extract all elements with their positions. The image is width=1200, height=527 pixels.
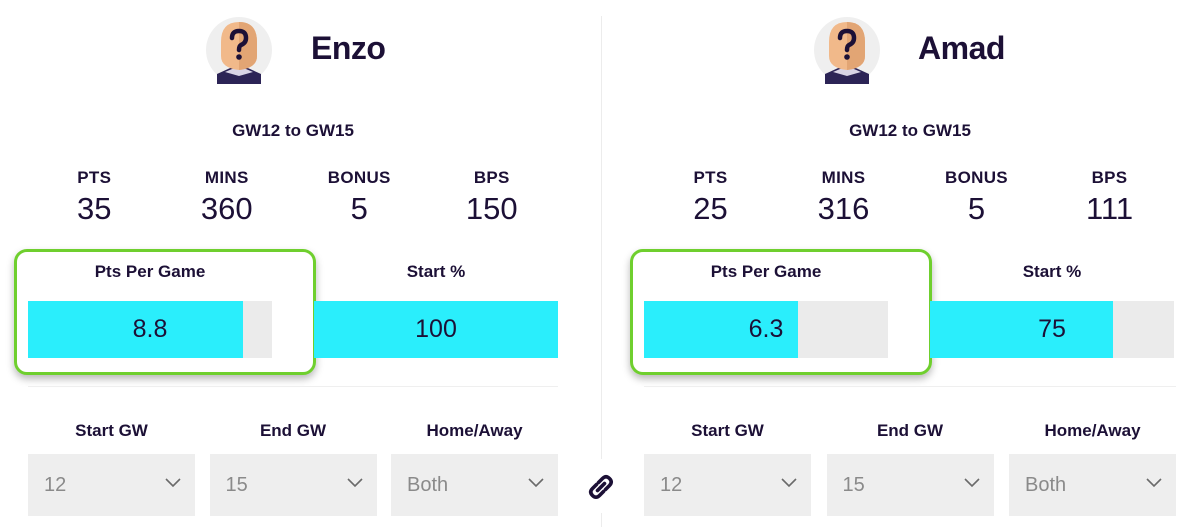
filter-label: Start GW xyxy=(75,421,148,440)
stat-value: 111 xyxy=(1085,191,1134,226)
end-gw-filter: End GW 15 xyxy=(826,421,994,516)
stat-value: 5 xyxy=(967,191,986,226)
panel-divider xyxy=(601,513,602,527)
chevron-down-icon xyxy=(528,478,544,488)
home-away-filter: Home/Away Both xyxy=(391,421,558,516)
pts-per-game-bar: 6.3 xyxy=(644,301,888,358)
start-gw-filter: Start GW 12 xyxy=(644,421,811,516)
home-away-filter: Home/Away Both xyxy=(1009,421,1176,516)
select-value: 15 xyxy=(842,474,865,496)
stat-mins: MINS 360 xyxy=(161,168,294,228)
metric-label: Start % xyxy=(406,262,466,281)
stats-row: PTS 35 MINS 360 BONUS 5 BPS 150 xyxy=(28,168,558,228)
filter-label: End GW xyxy=(259,421,327,440)
filter-label: Home/Away xyxy=(1044,421,1141,440)
stat-mins: MINS 316 xyxy=(777,168,910,228)
pts-per-game-bar: 8.8 xyxy=(28,301,272,358)
stat-value: 5 xyxy=(350,191,368,226)
metric-label: Pts Per Game xyxy=(710,262,822,281)
stat-value: 360 xyxy=(200,191,253,226)
panel-divider xyxy=(601,16,602,459)
home-away-select[interactable]: Both xyxy=(1009,454,1176,516)
stat-label: MINS xyxy=(821,168,866,187)
gameweek-range: GW12 to GW15 xyxy=(849,121,971,140)
stat-bps: BPS 150 xyxy=(426,168,559,228)
filters-row: Start GW 12 End GW 15 Home/Away Both xyxy=(28,421,558,516)
chevron-down-icon xyxy=(1146,478,1162,488)
end-gw-filter: End GW 15 xyxy=(209,421,377,516)
filter-label: End GW xyxy=(876,421,944,440)
chevron-down-icon xyxy=(165,478,181,488)
stat-label: MINS xyxy=(204,168,249,187)
start-gw-select[interactable]: 12 xyxy=(28,454,195,516)
chevron-down-icon xyxy=(781,478,797,488)
stat-pts: PTS 35 xyxy=(28,168,161,228)
start-gw-select[interactable]: 12 xyxy=(644,454,811,516)
start-gw-filter: Start GW 12 xyxy=(28,421,195,516)
start-percent-bar: 75 xyxy=(930,301,1174,358)
select-value: 12 xyxy=(660,474,683,496)
stat-value: 25 xyxy=(693,191,728,226)
home-away-select[interactable]: Both xyxy=(391,454,558,516)
stat-label: BPS xyxy=(1091,168,1128,187)
player-panel-2: Amad GW12 to GW15 PTS 25 MINS 316 BONUS … xyxy=(630,0,1176,527)
select-value: Both xyxy=(407,474,449,496)
bar-value: 100 xyxy=(415,315,457,343)
end-gw-select[interactable]: 15 xyxy=(826,454,994,516)
player-header: Enzo xyxy=(28,16,558,86)
section-divider xyxy=(28,386,558,387)
stat-value: 150 xyxy=(465,191,518,226)
stat-label: PTS xyxy=(693,168,728,187)
stats-row: PTS 25 MINS 316 BONUS 5 BPS 111 xyxy=(644,168,1176,228)
stat-bonus: BONUS 5 xyxy=(293,168,426,228)
chevron-down-icon xyxy=(346,478,363,488)
start-percent-bar: 100 xyxy=(314,301,558,358)
select-value: Both xyxy=(1025,474,1067,496)
metric-label: Pts Per Game xyxy=(94,262,206,281)
stat-pts: PTS 25 xyxy=(644,168,777,228)
bar-value: 6.3 xyxy=(748,315,784,343)
stat-bps: BPS 111 xyxy=(1043,168,1176,228)
player-header: Amad xyxy=(644,16,1176,86)
pts-per-game-metric: Pts Per Game 8.8 xyxy=(14,249,316,375)
unknown-player-avatar-icon xyxy=(206,17,272,84)
filter-label: Home/Away xyxy=(426,421,523,440)
stat-label: BONUS xyxy=(945,168,1008,187)
stat-label: BONUS xyxy=(327,168,391,187)
metrics-row: Pts Per Game 6.3 Start % 75 xyxy=(630,249,1176,375)
chevron-down-icon xyxy=(963,478,980,488)
metrics-row: Pts Per Game 8.8 Start % 100 xyxy=(14,249,558,375)
unknown-player-avatar-icon xyxy=(814,17,880,84)
filter-label: Start GW xyxy=(691,421,764,440)
select-value: 15 xyxy=(225,474,248,496)
stat-value: 316 xyxy=(817,191,870,226)
stat-label: PTS xyxy=(77,168,112,187)
stat-label: BPS xyxy=(473,168,510,187)
start-percent-metric: Start % 100 xyxy=(314,262,558,358)
metric-label: Start % xyxy=(1022,262,1082,281)
end-gw-select[interactable]: 15 xyxy=(209,454,377,516)
bar-value: 75 xyxy=(1038,315,1066,343)
stat-bonus: BONUS 5 xyxy=(910,168,1043,228)
stat-value: 35 xyxy=(77,191,112,226)
section-divider xyxy=(644,386,1176,387)
gameweek-range: GW12 to GW15 xyxy=(232,121,354,140)
pts-per-game-metric: Pts Per Game 6.3 xyxy=(630,249,932,375)
start-percent-metric: Start % 75 xyxy=(930,262,1174,358)
link-icon[interactable] xyxy=(584,470,618,504)
bar-value: 8.8 xyxy=(132,315,168,343)
player-name: Amad xyxy=(918,30,1005,66)
select-value: 12 xyxy=(44,474,67,496)
player-name: Enzo xyxy=(311,30,386,66)
player-panel-1: Enzo GW12 to GW15 PTS 35 MINS 360 BONUS … xyxy=(14,0,558,527)
filters-row: Start GW 12 End GW 15 Home/Away Both xyxy=(644,421,1176,516)
